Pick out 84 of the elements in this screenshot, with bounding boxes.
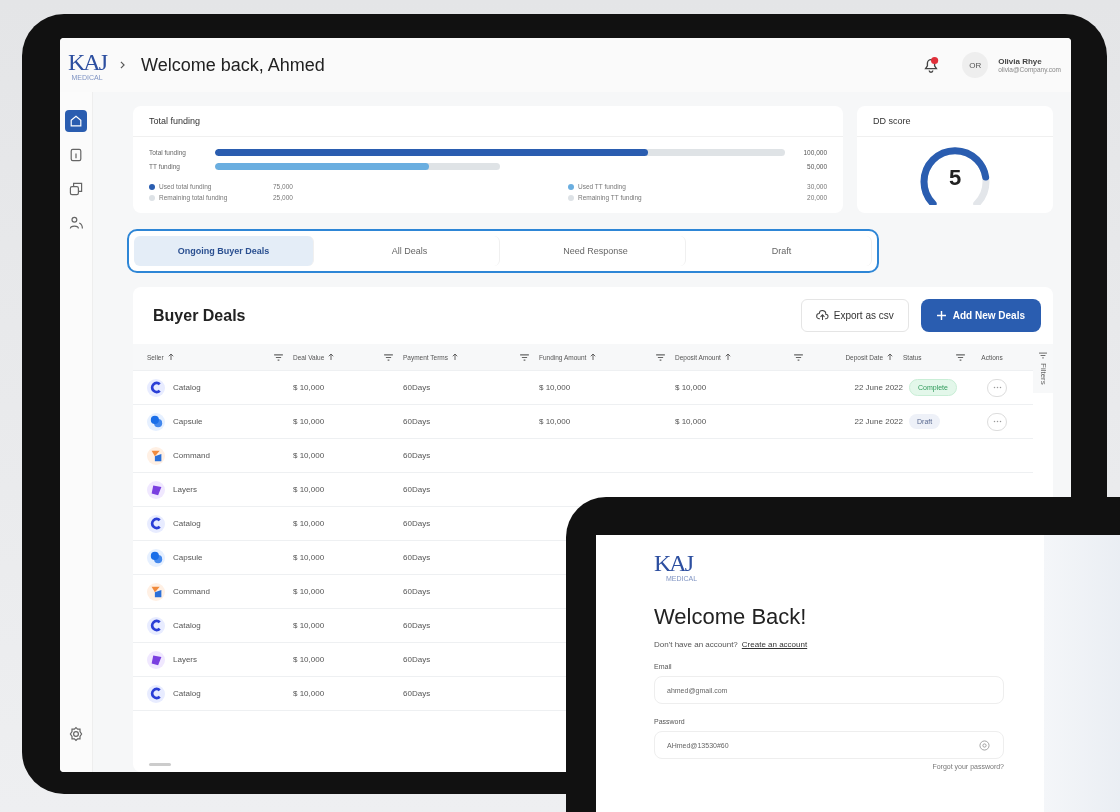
signup-prompt: Don't have an account? [654,640,738,649]
sort-arrow-icon[interactable] [452,353,459,361]
filter-icon[interactable] [274,353,283,361]
table-cell: $ 10,000 [293,417,325,426]
catalog-logo-icon [147,684,165,703]
copy-icon [68,181,84,197]
notification-icon[interactable] [922,56,941,74]
seller-name: Layers [173,655,197,664]
table-cell: 60Days [403,519,431,528]
table-cell: $ 10,000 [293,621,325,630]
capsule-logo-icon [147,548,165,567]
sort-arrow-icon[interactable] [167,353,174,361]
score-value: 5 [948,165,962,191]
table-cell: $ 10,000 [293,655,325,664]
table-cell: 60Days [403,417,431,426]
tab[interactable]: Ongoing Buyer Deals [134,236,314,266]
seller-name: Catalog [173,689,201,698]
seller-name: Layers [173,485,197,494]
layers-logo-icon [147,480,165,499]
cloud-upload-icon [815,309,829,322]
seller-name: Command [173,451,210,460]
filter-icon[interactable] [384,353,393,361]
command-logo-icon [147,582,165,601]
document-icon [68,147,84,163]
table-cell: 22 June 2022 [854,383,903,392]
table-cell: 60Days [403,621,431,630]
sort-arrow-icon[interactable] [328,353,335,361]
table-cell: 22 June 2022 [854,417,903,426]
chevron-icon[interactable] [120,61,125,69]
home-icon [68,113,84,129]
table-cell: $ 10,000 [293,451,325,460]
seller-name: Command [173,587,210,596]
table-cell: $ 10,000 [293,485,325,494]
filter-icon [1039,352,1047,359]
table-cell: 60Days [403,553,431,562]
layers-logo-icon [147,650,165,669]
seller-name: Capsule [173,417,203,426]
table-cell: $ 10,000 [293,519,325,528]
capsule-logo-icon [147,412,165,431]
filter-icon[interactable] [520,353,529,361]
export-button[interactable]: Export as csv [800,299,909,332]
user-avatar[interactable]: OR [962,52,989,78]
section-title: Buyer Deals [153,306,247,325]
table-cell: $ 10,000 [293,689,325,698]
seller-name: Catalog [173,621,201,630]
page-title: Welcome back, Ahmed [141,54,326,76]
seller-name: Catalog [173,519,201,528]
table-cell: $ 10,000 [675,417,707,426]
card-title: Total funding [133,106,843,137]
table-cell: 60Days [403,451,431,460]
table-cell: $ 10,000 [539,417,571,426]
filter-icon[interactable] [794,353,803,361]
filter-icon[interactable] [956,353,965,361]
catalog-logo-icon [147,514,165,533]
catalog-logo-icon [147,616,165,635]
plus-icon [936,311,946,320]
command-logo-icon [147,446,165,465]
table-cell: $ 10,000 [539,383,571,392]
create-account-link[interactable]: Create an account [741,640,808,649]
scrollbar[interactable] [149,763,171,766]
login-title: Welcome Back! [654,604,808,630]
sort-arrow-icon[interactable] [590,353,597,361]
table-cell: $ 10,000 [675,383,707,392]
settings-icon[interactable] [68,726,84,742]
seller-name: Capsule [173,553,203,562]
table-cell: 60Days [403,689,431,698]
user-name: Olivia Rhye [998,57,1043,66]
add-deals-button[interactable]: Add New Deals [920,299,1041,332]
filters-toggle[interactable]: Filters [1033,344,1053,393]
table-cell: $ 10,000 [293,553,325,562]
catalog-logo-icon [147,378,165,397]
filter-icon[interactable] [656,353,665,361]
sort-arrow-icon[interactable] [724,353,731,361]
sort-arrow-icon[interactable] [887,353,893,361]
table-cell: $ 10,000 [293,587,325,596]
table-cell: 60Days [403,655,431,664]
table-cell: 60Days [403,383,431,392]
sidebar-home-button[interactable] [65,110,87,132]
table-cell: $ 10,000 [293,383,325,392]
table-cell: 60Days [403,485,431,494]
users-icon [68,215,84,231]
seller-name: Catalog [173,383,201,392]
card-title: DD score [857,106,1053,137]
table-cell: 60Days [403,587,431,596]
